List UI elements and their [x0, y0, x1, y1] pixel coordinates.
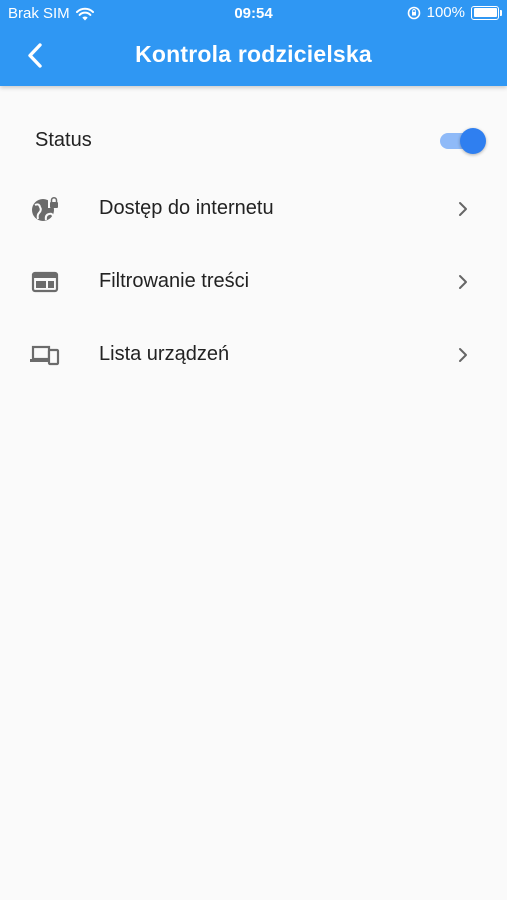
chevron-right-icon: [459, 275, 467, 289]
status-bar-right: 100%: [407, 4, 502, 21]
menu-item-internet-access[interactable]: Dostęp do internetu: [0, 176, 507, 242]
status-row: Status: [0, 107, 507, 173]
menu-item-label: Lista urządzeń: [99, 343, 230, 365]
globe-lock-icon: [32, 196, 59, 221]
rotation-lock-icon: [407, 6, 420, 19]
chevron-right-icon: [459, 348, 467, 362]
chevron-right-icon: [459, 202, 467, 216]
app-bar: Brak SIM 09:54 100% Kontrola rodzicielsk…: [0, 0, 507, 86]
menu-item-content-filtering[interactable]: Filtrowanie treści: [0, 249, 507, 315]
menu-item-label: Dostęp do internetu: [99, 197, 274, 219]
devices-icon: [30, 345, 60, 366]
status-toggle[interactable]: [440, 128, 486, 154]
status-label: Status: [35, 129, 92, 151]
menu-item-device-list[interactable]: Lista urządzeń: [0, 322, 507, 388]
battery-icon: [471, 5, 502, 20]
menu-item-label: Filtrowanie treści: [99, 270, 250, 292]
toggle-knob: [460, 128, 486, 154]
web-filter-icon: [31, 271, 59, 293]
status-bar: Brak SIM 09:54 100%: [0, 0, 507, 28]
page-title: Kontrola rodzicielska: [135, 41, 372, 67]
battery-percent: 100%: [426, 4, 465, 21]
